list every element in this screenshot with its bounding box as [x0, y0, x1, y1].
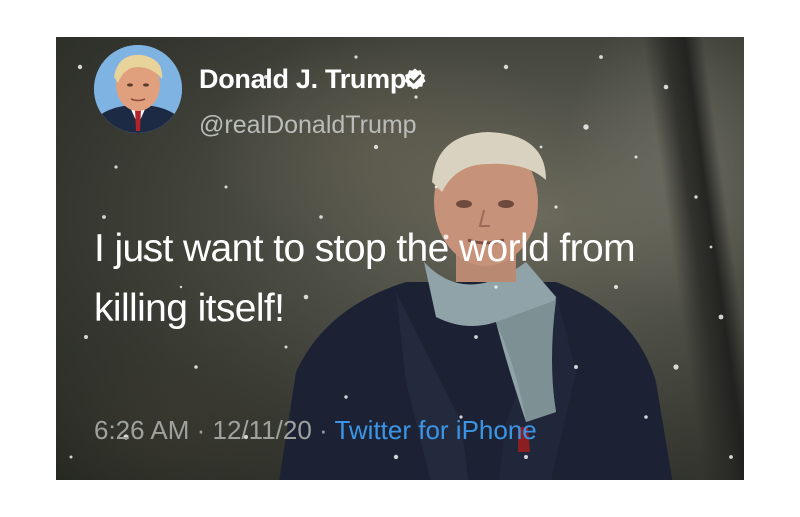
- meta-separator: ·: [311, 415, 335, 445]
- avatar-portrait: [94, 45, 182, 133]
- tweet-text-line: I just want to stop the world from: [94, 227, 636, 270]
- display-name[interactable]: Donald J. Trump: [199, 64, 406, 95]
- profile-avatar[interactable]: [94, 45, 182, 133]
- tweet-body: I just want to stop the world from killi…: [94, 219, 654, 339]
- tweet-text-line: killing itself!: [94, 287, 285, 330]
- tweet-source-link[interactable]: Twitter for iPhone: [334, 415, 536, 445]
- verified-badge-icon: [404, 68, 426, 90]
- tweet-metadata: 6:26 AM · 12/11/20 · Twitter for iPhone: [94, 415, 537, 446]
- tweet-card: Donald J. Trump @realDonaldTrump I just …: [56, 37, 744, 480]
- meta-separator: ·: [189, 415, 213, 445]
- tweet-time[interactable]: 6:26 AM: [94, 415, 189, 445]
- tweet-date[interactable]: 12/11/20: [213, 415, 312, 445]
- user-handle[interactable]: @realDonaldTrump: [199, 111, 417, 140]
